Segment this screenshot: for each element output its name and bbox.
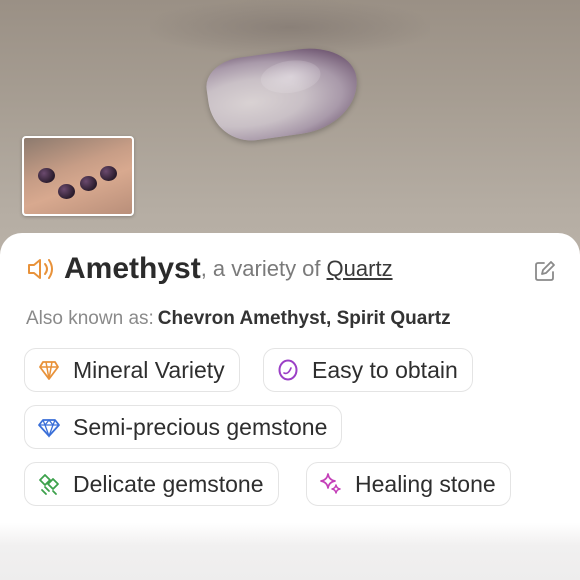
broken-crystal-icon — [39, 474, 59, 495]
sparkle-icon — [320, 473, 341, 494]
tag-label: Semi-precious gemstone — [73, 413, 328, 440]
edit-icon[interactable] — [534, 260, 556, 282]
circle-icon — [278, 359, 298, 381]
variety-link[interactable]: Quartz — [327, 256, 393, 282]
specimen-name: Amethyst — [64, 252, 201, 285]
bottom-fade — [0, 523, 580, 580]
also-known-as: Also known as: Chevron Amethyst, Spirit Q… — [26, 308, 451, 330]
speaker-icon[interactable] — [26, 256, 56, 282]
info-card: Amethyst , a variety of Quartz Also know… — [0, 233, 580, 533]
aka-label: Also known as: — [26, 308, 154, 329]
tag-easy-to-obtain[interactable]: Easy to obtain — [263, 348, 473, 392]
diamond-icon — [38, 418, 60, 438]
variety-text: , a variety of — [200, 256, 321, 281]
tag-semi-precious-gemstone[interactable]: Semi-precious gemstone — [24, 405, 343, 449]
tag-label: Healing stone — [355, 470, 496, 497]
photo-blur — [150, 0, 430, 55]
tag-label: Mineral Variety — [73, 356, 225, 383]
title-row: Amethyst , a variety of Quartz — [26, 251, 393, 287]
bead — [38, 168, 55, 183]
bead — [100, 166, 117, 181]
bead — [58, 184, 75, 199]
amethyst-stone-image — [202, 41, 364, 147]
tag-healing-stone[interactable]: Healing stone — [306, 462, 511, 506]
tag-label: Easy to obtain — [312, 356, 458, 383]
crystal-icon — [39, 361, 59, 380]
aka-values: Chevron Amethyst, Spirit Quartz — [157, 308, 451, 329]
photo-thumbnail[interactable] — [22, 136, 134, 216]
tag-delicate-gemstone[interactable]: Delicate gemstone — [24, 462, 279, 506]
bead — [80, 176, 97, 191]
tag-mineral-variety[interactable]: Mineral Variety — [24, 348, 240, 392]
tag-label: Delicate gemstone — [73, 470, 264, 497]
